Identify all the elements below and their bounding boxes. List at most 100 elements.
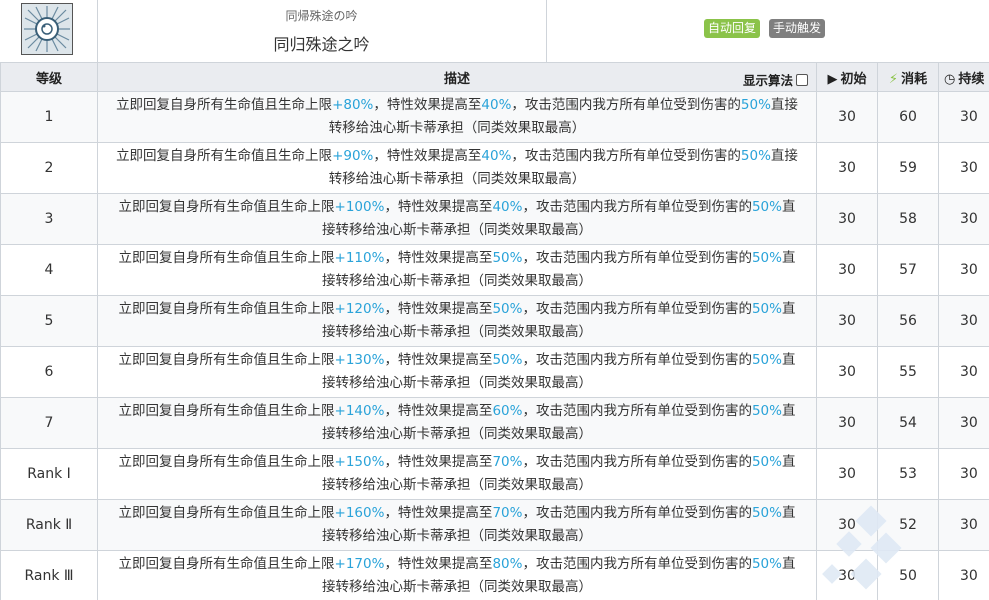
sp-cost-cell: 50: [877, 550, 939, 600]
boost-value: 50%: [492, 301, 523, 317]
desc-text: ，特性效果提高至: [373, 148, 482, 164]
description-cell: 立即回复自身所有生命值且生命上限+110%，特性效果提高至50%，攻击范围内我方…: [97, 244, 817, 296]
boost-value: 40%: [481, 148, 512, 164]
show-algorithm-toggle[interactable]: 显示算法: [743, 70, 808, 89]
level-cell: Rank Ⅱ: [0, 499, 98, 551]
initial-sp-cell: 30: [816, 397, 878, 449]
heal-value: +130%: [334, 352, 385, 368]
level-cell: 2: [0, 142, 98, 194]
clock-icon: ◷: [944, 71, 956, 87]
desc-text: 直: [781, 352, 796, 368]
skill-icon: [21, 3, 73, 55]
boost-value: 70%: [492, 505, 523, 521]
desc-text: 直接: [770, 148, 798, 164]
desc-text: ，攻击范围内我方所有单位受到伤害的: [511, 148, 741, 164]
desc-text: 接转移给浊心斯卡蒂承担（同类效果取最高）: [322, 477, 592, 493]
lightning-icon: ⚡: [888, 71, 899, 87]
duration-cell: 30: [938, 550, 989, 600]
boost-value: 50%: [492, 250, 523, 266]
desc-text: 直: [781, 199, 796, 215]
desc-text: ，攻击范围内我方所有单位受到伤害的: [522, 454, 752, 470]
level-cell: 5: [0, 295, 98, 347]
transfer-value: 50%: [751, 505, 782, 521]
desc-text: ，攻击范围内我方所有单位受到伤害的: [522, 403, 752, 419]
desc-text: 直接: [770, 97, 798, 113]
desc-text: ，特性效果提高至: [384, 403, 493, 419]
level-cell: 3: [0, 193, 98, 245]
description-cell: 立即回复自身所有生命值且生命上限+100%，特性效果提高至40%，攻击范围内我方…: [97, 193, 817, 245]
sp-cost-cell: 57: [877, 244, 939, 296]
skill-panel: 同帰殊途の吟 同归殊途之吟 自动回复 手动触发 等级 描述 显示算法 ▶ 初始 ⚡…: [0, 0, 989, 600]
duration-cell: 30: [938, 142, 989, 194]
level-header: 等级: [0, 62, 98, 92]
desc-text: ，攻击范围内我方所有单位受到伤害的: [522, 250, 752, 266]
table-row: Rank Ⅲ 立即回复自身所有生命值且生命上限+170%，特性效果提高至80%，攻…: [0, 550, 989, 600]
desc-text: 直: [781, 403, 796, 419]
desc-text: 立即回复自身所有生命值且生命上限: [118, 454, 335, 470]
show-algorithm-checkbox[interactable]: [796, 74, 808, 86]
duration-cell: 30: [938, 193, 989, 245]
desc-text: 立即回复自身所有生命值且生命上限: [118, 403, 335, 419]
description-header-label: 描述: [443, 71, 470, 87]
desc-text: ，特性效果提高至: [384, 250, 493, 266]
auto-recovery-badge: 自动回复: [704, 19, 761, 38]
heal-value: +120%: [334, 301, 385, 317]
desc-text: 立即回复自身所有生命值且生命上限: [118, 556, 335, 572]
desc-text: 直: [781, 505, 796, 521]
desc-text: 直: [781, 556, 796, 572]
skill-subname: 同帰殊途の吟: [285, 9, 358, 23]
skill-name: 同归殊途之吟: [273, 35, 370, 54]
description-cell: 立即回复自身所有生命值且生命上限+130%，特性效果提高至50%，攻击范围内我方…: [97, 346, 817, 398]
duration-cell: 30: [938, 397, 989, 449]
initial-sp-cell: 30: [816, 244, 878, 296]
desc-text: ，攻击范围内我方所有单位受到伤害的: [522, 199, 752, 215]
desc-text: 直: [781, 454, 796, 470]
duration-header: ◷ 持续: [938, 62, 989, 92]
sp-cost-cell: 59: [877, 142, 939, 194]
desc-text: 接转移给浊心斯卡蒂承担（同类效果取最高）: [322, 222, 592, 238]
description-cell: 立即回复自身所有生命值且生命上限+170%，特性效果提高至80%，攻击范围内我方…: [97, 550, 817, 600]
desc-text: 立即回复自身所有生命值且生命上限: [118, 301, 335, 317]
desc-text: ，特性效果提高至: [384, 505, 493, 521]
sp-cost-cell: 54: [877, 397, 939, 449]
table-row: 1 立即回复自身所有生命值且生命上限+80%，特性效果提高至40%，攻击范围内我方…: [0, 91, 989, 143]
desc-text: ，攻击范围内我方所有单位受到伤害的: [522, 352, 752, 368]
heal-value: +90%: [332, 148, 374, 164]
manual-trigger-badge: 手动触发: [769, 19, 826, 38]
heal-value: +170%: [334, 556, 385, 572]
trigger-badges: 自动回复 手动触发: [704, 19, 826, 38]
description-cell: 立即回复自身所有生命值且生命上限+160%，特性效果提高至70%，攻击范围内我方…: [97, 499, 817, 551]
desc-text: 立即回复自身所有生命值且生命上限: [116, 148, 333, 164]
transfer-value: 50%: [751, 454, 782, 470]
initial-sp-cell: 30: [816, 193, 878, 245]
initial-sp-cell: 30: [816, 346, 878, 398]
duration-cell: 30: [938, 499, 989, 551]
boost-value: 80%: [492, 556, 523, 572]
transfer-value: 50%: [740, 148, 771, 164]
desc-text: 接转移给浊心斯卡蒂承担（同类效果取最高）: [322, 579, 592, 595]
desc-text: 直: [781, 250, 796, 266]
sp-cost-cell: 60: [877, 91, 939, 143]
desc-text: ，攻击范围内我方所有单位受到伤害的: [522, 505, 752, 521]
description-cell: 立即回复自身所有生命值且生命上限+90%，特性效果提高至40%，攻击范围内我方所…: [97, 142, 817, 194]
table-row: Rank Ⅱ 立即回复自身所有生命值且生命上限+160%，特性效果提高至70%，攻…: [0, 499, 989, 551]
description-cell: 立即回复自身所有生命值且生命上限+120%，特性效果提高至50%，攻击范围内我方…: [97, 295, 817, 347]
desc-text: ，特性效果提高至: [373, 97, 482, 113]
desc-text: 接转移给浊心斯卡蒂承担（同类效果取最高）: [322, 375, 592, 391]
boost-value: 40%: [481, 97, 512, 113]
desc-text: 立即回复自身所有生命值且生命上限: [118, 199, 335, 215]
sp-cost-header: ⚡ 消耗: [877, 62, 939, 92]
desc-text: 接转移给浊心斯卡蒂承担（同类效果取最高）: [322, 273, 592, 289]
sp-cost-cell: 53: [877, 448, 939, 500]
initial-sp-cell: 30: [816, 448, 878, 500]
desc-text: 接转移给浊心斯卡蒂承担（同类效果取最高）: [322, 426, 592, 442]
initial-sp-cell: 30: [816, 142, 878, 194]
description-header: 描述 显示算法: [97, 62, 817, 92]
initial-sp-cell: 30: [816, 91, 878, 143]
heal-value: +80%: [332, 97, 374, 113]
heal-value: +110%: [334, 250, 385, 266]
table-body: 1 立即回复自身所有生命值且生命上限+80%，特性效果提高至40%，攻击范围内我方…: [0, 91, 989, 600]
desc-text: 转移给浊心斯卡蒂承担（同类效果取最高）: [328, 120, 586, 136]
initial-sp-cell: 30: [816, 295, 878, 347]
table-row: 5 立即回复自身所有生命值且生命上限+120%，特性效果提高至50%，攻击范围内我…: [0, 295, 989, 347]
